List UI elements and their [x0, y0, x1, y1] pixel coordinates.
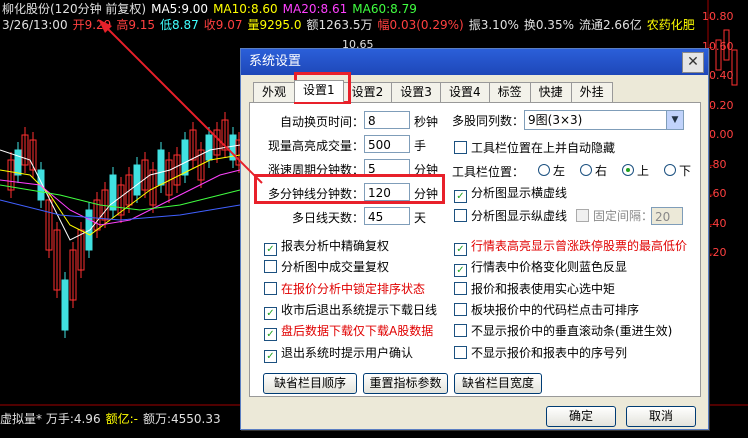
stock-chart-window: 柳化股份(120分钟 前复权) MA5:9.00 MA10:8.60 MA20:8.6… — [0, 0, 748, 438]
red-arrow — [98, 19, 263, 184]
tab-1[interactable]: 设置1 — [294, 80, 344, 102]
